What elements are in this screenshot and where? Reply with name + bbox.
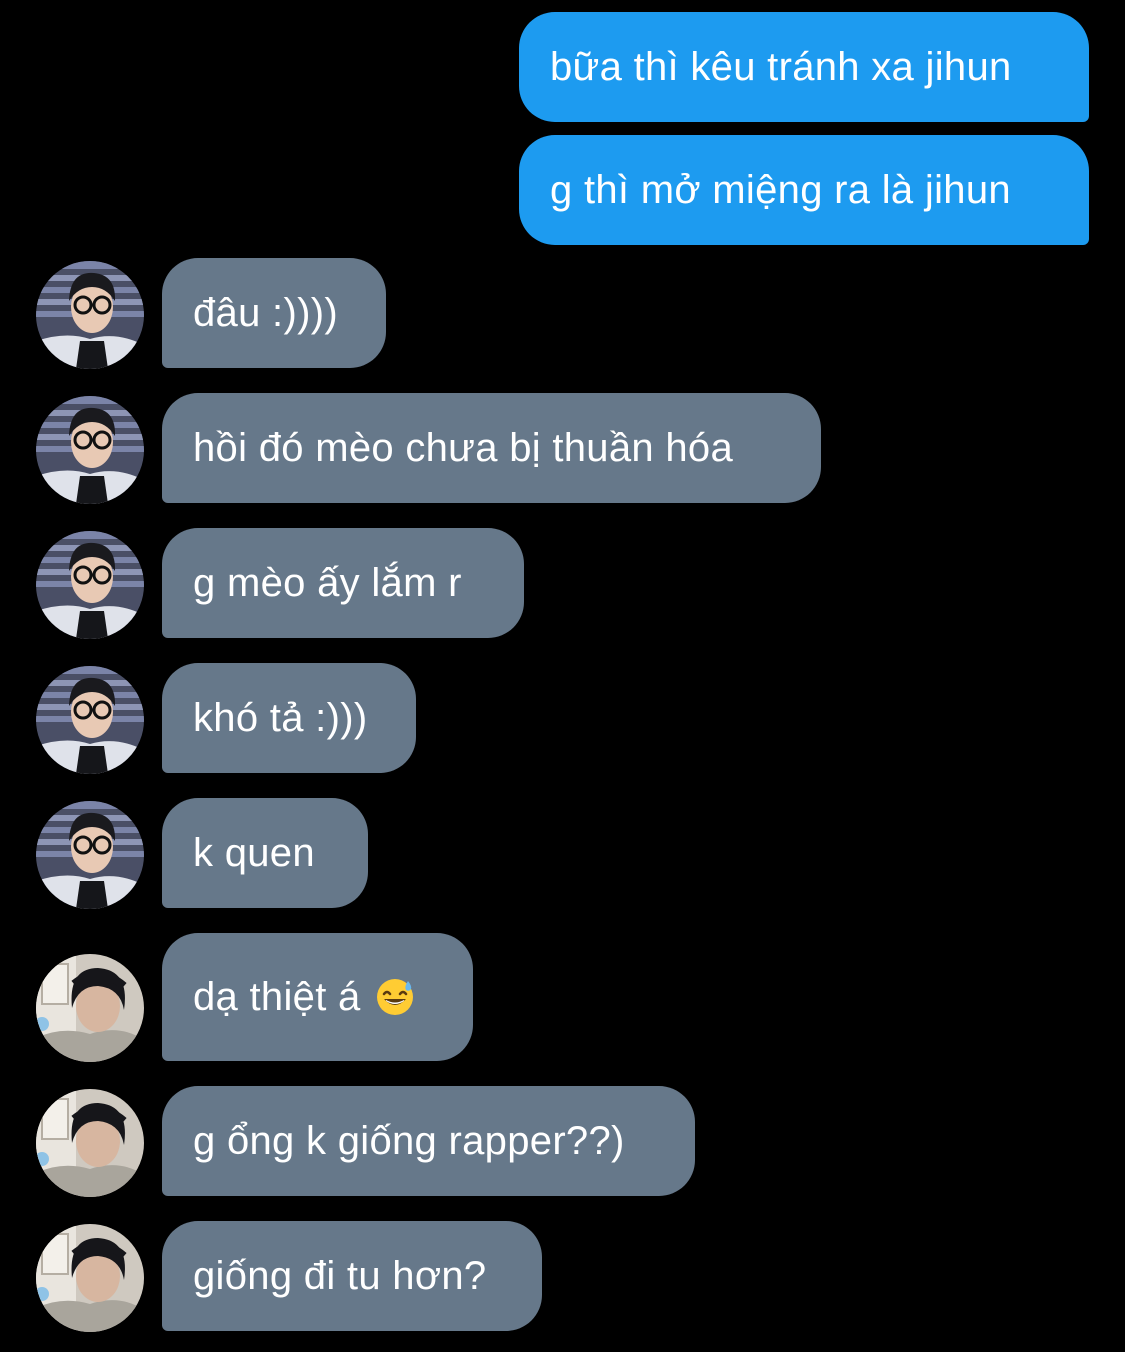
message-text: k quen [193,830,315,875]
avatar-a-icon [36,261,144,369]
received-message-bubble[interactable]: g mèo ấy lắm r [162,528,524,638]
avatar-a-icon [36,666,144,774]
message-text: hồi đó mèo chưa bị thuần hóa [193,425,734,470]
received-message-bubble[interactable]: dạ thiệt á [162,933,473,1061]
received-message-bubble[interactable]: k quen [162,798,368,908]
avatar[interactable] [36,1224,144,1332]
grinning-sweat-emoji-icon [375,977,415,1017]
avatar[interactable] [36,396,144,504]
avatar-b-icon [36,954,144,1062]
message-text: đâu :)))) [193,290,338,335]
received-message-bubble[interactable]: khó tả :))) [162,663,416,773]
message-text: bữa thì kêu tránh xa jihun [550,44,1012,89]
message-text: g mèo ấy lắm r [193,560,462,605]
avatar[interactable] [36,1089,144,1197]
sent-message-bubble[interactable]: bữa thì kêu tránh xa jihun [519,12,1089,122]
received-message-bubble[interactable]: giống đi tu hơn? [162,1221,542,1331]
received-message-bubble[interactable]: g ổng k giống rapper??) [162,1086,695,1196]
message-text: giống đi tu hơn? [193,1253,487,1298]
message-text: dạ thiệt á [193,974,361,1019]
avatar-b-icon [36,1224,144,1332]
avatar-b-icon [36,1089,144,1197]
message-text: g ổng k giống rapper??) [193,1118,625,1163]
avatar-a-icon [36,801,144,909]
avatar-a-icon [36,396,144,504]
avatar[interactable] [36,801,144,909]
avatar[interactable] [36,261,144,369]
received-message-bubble[interactable]: hồi đó mèo chưa bị thuần hóa [162,393,821,503]
avatar[interactable] [36,531,144,639]
message-text: khó tả :))) [193,695,368,740]
received-message-bubble[interactable]: đâu :)))) [162,258,386,368]
sent-message-bubble[interactable]: g thì mở miệng ra là jihun [519,135,1089,245]
message-text: g thì mở miệng ra là jihun [550,167,1011,212]
avatar[interactable] [36,666,144,774]
avatar-a-icon [36,531,144,639]
avatar[interactable] [36,954,144,1062]
chat-thread: bữa thì kêu tránh xa jihun g thì mở miện… [0,0,1125,1352]
